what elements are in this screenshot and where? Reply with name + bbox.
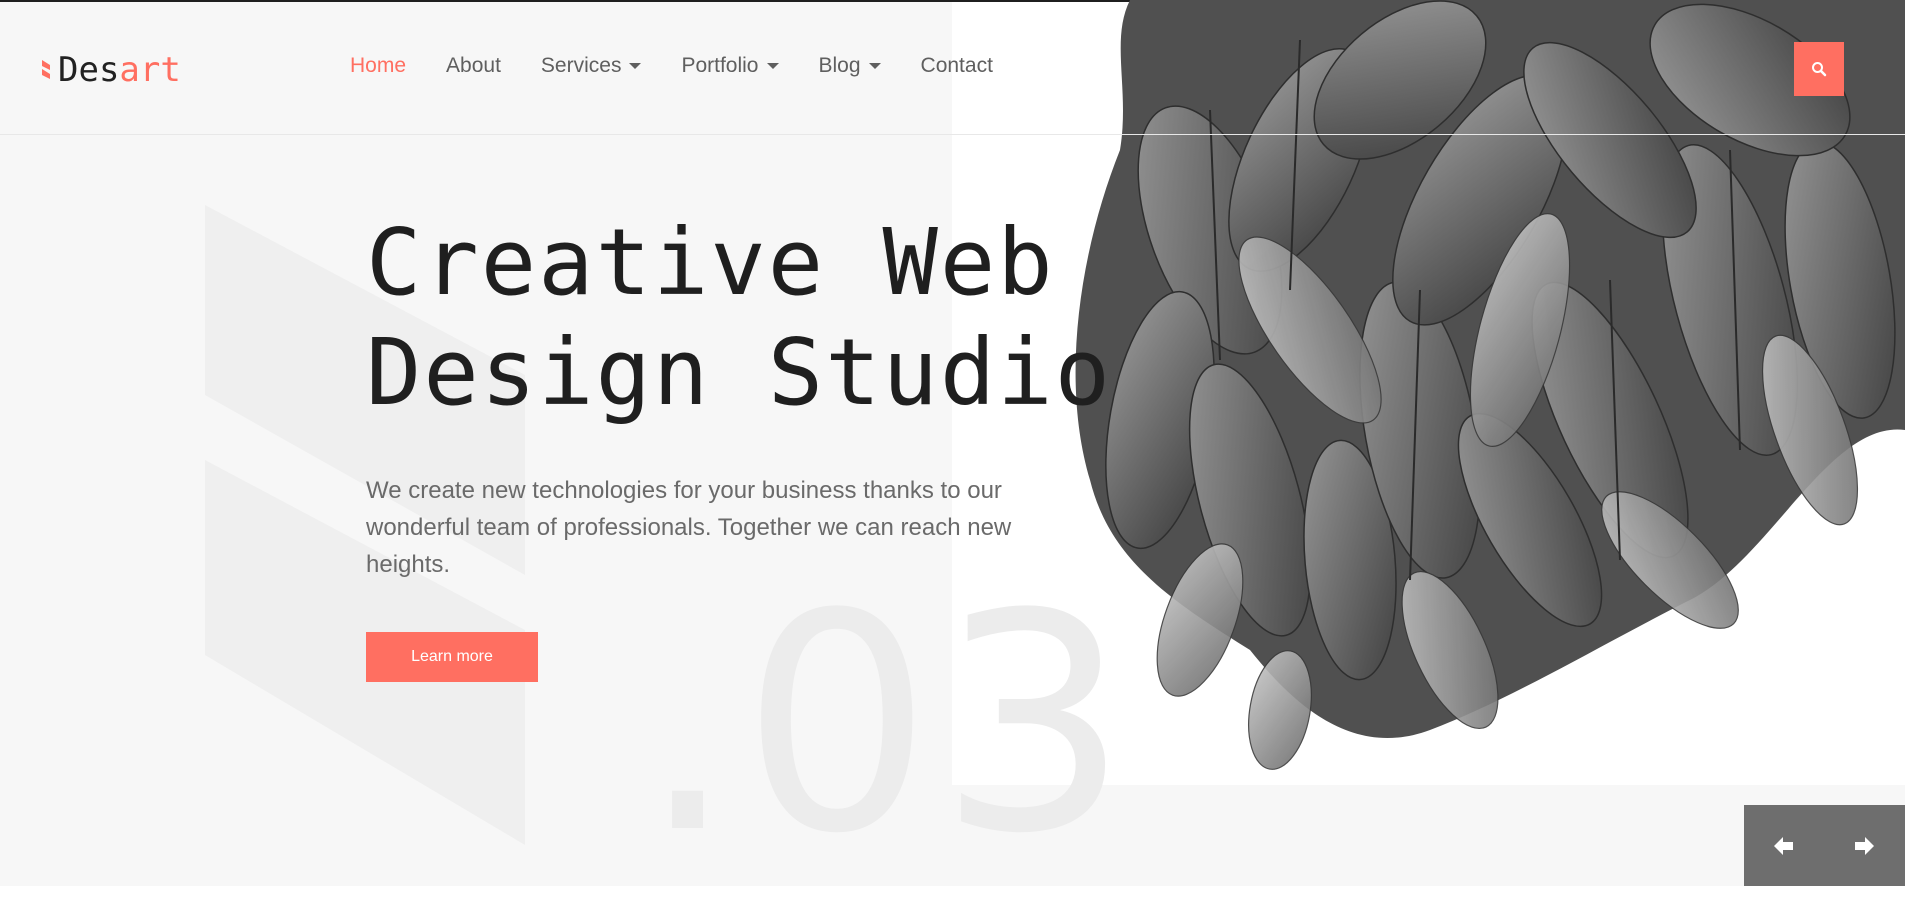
nav-item-label: Blog	[818, 54, 861, 77]
nav-item-portfolio[interactable]: Portfolio	[681, 54, 779, 78]
learn-more-button[interactable]: Learn more	[366, 632, 538, 682]
nav-item-label: Services	[540, 54, 622, 77]
nav-item-services[interactable]: Services	[541, 54, 642, 78]
logo[interactable]: Desart	[40, 50, 181, 90]
chevron-down-icon	[766, 63, 779, 69]
nav-item-blog[interactable]: Blog	[819, 54, 881, 78]
search-button[interactable]	[1794, 42, 1844, 96]
logo-text-part2: art	[119, 50, 181, 90]
nav-item-label: About	[446, 54, 501, 77]
nav-item-contact[interactable]: Contact	[921, 54, 993, 78]
site-header: Desart Home About Services Portfolio Blo…	[0, 2, 1905, 135]
arrow-right-icon	[1855, 836, 1874, 855]
chevron-down-icon	[868, 63, 881, 69]
slider-prev-button[interactable]	[1744, 805, 1824, 886]
nav-item-about[interactable]: About	[446, 54, 501, 78]
hero-title-line1: Creative Web	[366, 209, 1055, 316]
hero-title: Creative Web Design Studio	[366, 208, 1112, 428]
logo-chevron-icon	[42, 60, 50, 79]
hero-description: We create new technologies for your busi…	[366, 477, 1012, 578]
logo-text: Desart	[58, 50, 181, 90]
chevron-down-icon	[629, 63, 642, 69]
arrow-left-icon	[1774, 836, 1793, 855]
logo-text-part1: Des	[58, 50, 120, 90]
main-nav: Home About Services Portfolio Blog Conta…	[350, 54, 1033, 78]
slider-next-button[interactable]	[1824, 805, 1904, 886]
nav-item-label: Contact	[920, 54, 993, 77]
hero-title-line2: Design Studio	[366, 319, 1113, 426]
search-icon	[1812, 62, 1827, 77]
nav-item-label: Portfolio	[681, 54, 759, 77]
slider-controls	[1744, 805, 1905, 886]
nav-item-home[interactable]: Home	[350, 54, 406, 78]
nav-item-label: Home	[350, 54, 407, 77]
